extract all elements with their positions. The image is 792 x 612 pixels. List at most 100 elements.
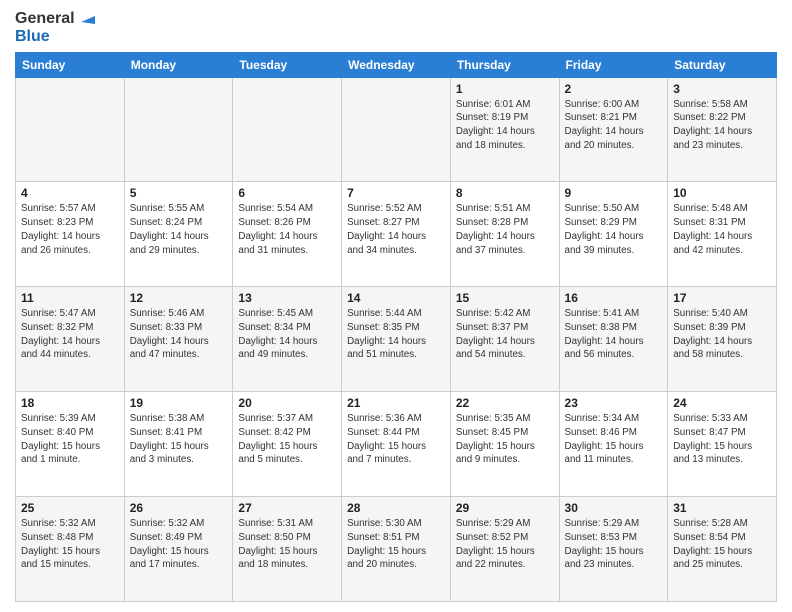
cell-w5-d6: 30 Sunrise: 5:29 AM Sunset: 8:53 PM Dayli… (559, 497, 668, 602)
day-number: 22 (456, 396, 554, 410)
cell-w1-d2 (124, 77, 233, 182)
day-info: Sunrise: 5:36 AM Sunset: 8:44 PM Dayligh… (347, 412, 445, 467)
cell-w4-d5: 22 Sunrise: 5:35 AM Sunset: 8:45 PM Dayli… (450, 392, 559, 497)
cell-w2-d6: 9 Sunrise: 5:50 AM Sunset: 8:29 PM Daylig… (559, 182, 668, 287)
cell-w2-d2: 5Sunrise: 5:55 AM Sunset: 8:24 PM Daylig… (124, 182, 233, 287)
day-number: 10 (673, 186, 771, 200)
day-info: Sunrise: 5:38 AM Sunset: 8:41 PM Dayligh… (130, 412, 228, 467)
day-number: 30 (565, 501, 663, 515)
cell-w1-d5: 1Sunrise: 6:01 AM Sunset: 8:19 PM Daylig… (450, 77, 559, 182)
header-wednesday: Wednesday (342, 52, 451, 77)
cell-w4-d3: 20 Sunrise: 5:37 AM Sunset: 8:42 PM Dayli… (233, 392, 342, 497)
day-info: Sunrise: 5:28 AM Sunset: 8:54 PM Dayligh… (673, 517, 771, 572)
day-info: Sunrise: 5:44 AM Sunset: 8:35 PM Dayligh… (347, 307, 445, 362)
day-number: 4 (21, 186, 119, 200)
day-info: Sunrise: 5:50 AM Sunset: 8:29 PM Dayligh… (565, 202, 663, 257)
cell-w4-d4: 21Sunrise: 5:36 AM Sunset: 8:44 PM Dayli… (342, 392, 451, 497)
day-info: Sunrise: 5:46 AM Sunset: 8:33 PM Dayligh… (130, 307, 228, 362)
cell-w5-d1: 25Sunrise: 5:32 AM Sunset: 8:48 PM Dayli… (16, 497, 125, 602)
day-info: Sunrise: 5:45 AM Sunset: 8:34 PM Dayligh… (238, 307, 336, 362)
day-number: 20 (238, 396, 336, 410)
cell-w3-d6: 16 Sunrise: 5:41 AM Sunset: 8:38 PM Dayli… (559, 287, 668, 392)
day-number: 28 (347, 501, 445, 515)
cell-w2-d4: 7 Sunrise: 5:52 AM Sunset: 8:27 PM Daylig… (342, 182, 451, 287)
day-info: Sunrise: 5:29 AM Sunset: 8:52 PM Dayligh… (456, 517, 554, 572)
cell-w4-d1: 18 Sunrise: 5:39 AM Sunset: 8:40 PM Dayli… (16, 392, 125, 497)
day-number: 12 (130, 291, 228, 305)
day-info: Sunrise: 5:35 AM Sunset: 8:45 PM Dayligh… (456, 412, 554, 467)
day-info: Sunrise: 5:47 AM Sunset: 8:32 PM Dayligh… (21, 307, 119, 362)
page: General Blue SundayMondayTuesdayWednesda… (0, 0, 792, 612)
day-info: Sunrise: 5:48 AM Sunset: 8:31 PM Dayligh… (673, 202, 771, 257)
day-number: 18 (21, 396, 119, 410)
day-number: 13 (238, 291, 336, 305)
day-info: Sunrise: 5:37 AM Sunset: 8:42 PM Dayligh… (238, 412, 336, 467)
day-info: Sunrise: 5:34 AM Sunset: 8:46 PM Dayligh… (565, 412, 663, 467)
cell-w2-d7: 10 Sunrise: 5:48 AM Sunset: 8:31 PM Dayli… (668, 182, 777, 287)
day-info: Sunrise: 5:31 AM Sunset: 8:50 PM Dayligh… (238, 517, 336, 572)
header-monday: Monday (124, 52, 233, 77)
day-number: 27 (238, 501, 336, 515)
day-number: 19 (130, 396, 228, 410)
day-number: 6 (238, 186, 336, 200)
day-info: Sunrise: 5:51 AM Sunset: 8:28 PM Dayligh… (456, 202, 554, 257)
day-info: Sunrise: 5:42 AM Sunset: 8:37 PM Dayligh… (456, 307, 554, 362)
cell-w2-d5: 8Sunrise: 5:51 AM Sunset: 8:28 PM Daylig… (450, 182, 559, 287)
cell-w5-d5: 29 Sunrise: 5:29 AM Sunset: 8:52 PM Dayli… (450, 497, 559, 602)
day-number: 14 (347, 291, 445, 305)
logo-triangle-icon (77, 10, 95, 28)
day-number: 3 (673, 82, 771, 96)
calendar-table: SundayMondayTuesdayWednesdayThursdayFrid… (15, 52, 777, 602)
cell-w4-d2: 19 Sunrise: 5:38 AM Sunset: 8:41 PM Dayli… (124, 392, 233, 497)
day-info: Sunrise: 5:39 AM Sunset: 8:40 PM Dayligh… (21, 412, 119, 467)
cell-w5-d4: 28 Sunrise: 5:30 AM Sunset: 8:51 PM Dayli… (342, 497, 451, 602)
week-row-4: 18 Sunrise: 5:39 AM Sunset: 8:40 PM Dayli… (16, 392, 777, 497)
header-friday: Friday (559, 52, 668, 77)
logo-general: General (15, 10, 75, 28)
day-number: 5 (130, 186, 228, 200)
day-number: 17 (673, 291, 771, 305)
header-saturday: Saturday (668, 52, 777, 77)
header-tuesday: Tuesday (233, 52, 342, 77)
day-info: Sunrise: 6:01 AM Sunset: 8:19 PM Dayligh… (456, 98, 554, 153)
day-number: 24 (673, 396, 771, 410)
header-thursday: Thursday (450, 52, 559, 77)
cell-w3-d1: 11 Sunrise: 5:47 AM Sunset: 8:32 PM Dayli… (16, 287, 125, 392)
day-info: Sunrise: 5:32 AM Sunset: 8:49 PM Dayligh… (130, 517, 228, 572)
day-number: 23 (565, 396, 663, 410)
cell-w5-d2: 26 Sunrise: 5:32 AM Sunset: 8:49 PM Dayli… (124, 497, 233, 602)
day-info: Sunrise: 5:29 AM Sunset: 8:53 PM Dayligh… (565, 517, 663, 572)
day-info: Sunrise: 5:30 AM Sunset: 8:51 PM Dayligh… (347, 517, 445, 572)
day-number: 31 (673, 501, 771, 515)
cell-w3-d4: 14 Sunrise: 5:44 AM Sunset: 8:35 PM Dayli… (342, 287, 451, 392)
day-info: Sunrise: 6:00 AM Sunset: 8:21 PM Dayligh… (565, 98, 663, 153)
week-row-2: 4Sunrise: 5:57 AM Sunset: 8:23 PM Daylig… (16, 182, 777, 287)
day-number: 15 (456, 291, 554, 305)
week-row-1: 1Sunrise: 6:01 AM Sunset: 8:19 PM Daylig… (16, 77, 777, 182)
day-info: Sunrise: 5:41 AM Sunset: 8:38 PM Dayligh… (565, 307, 663, 362)
cell-w3-d3: 13 Sunrise: 5:45 AM Sunset: 8:34 PM Dayli… (233, 287, 342, 392)
week-row-5: 25Sunrise: 5:32 AM Sunset: 8:48 PM Dayli… (16, 497, 777, 602)
header: General Blue (15, 10, 777, 46)
day-info: Sunrise: 5:54 AM Sunset: 8:26 PM Dayligh… (238, 202, 336, 257)
day-info: Sunrise: 5:58 AM Sunset: 8:22 PM Dayligh… (673, 98, 771, 153)
day-number: 7 (347, 186, 445, 200)
day-info: Sunrise: 5:40 AM Sunset: 8:39 PM Dayligh… (673, 307, 771, 362)
cell-w2-d3: 6 Sunrise: 5:54 AM Sunset: 8:26 PM Daylig… (233, 182, 342, 287)
header-sunday: Sunday (16, 52, 125, 77)
cell-w5-d3: 27 Sunrise: 5:31 AM Sunset: 8:50 PM Dayli… (233, 497, 342, 602)
day-number: 11 (21, 291, 119, 305)
day-number: 26 (130, 501, 228, 515)
calendar-header-row: SundayMondayTuesdayWednesdayThursdayFrid… (16, 52, 777, 77)
cell-w3-d7: 17 Sunrise: 5:40 AM Sunset: 8:39 PM Dayli… (668, 287, 777, 392)
day-number: 29 (456, 501, 554, 515)
day-number: 9 (565, 186, 663, 200)
cell-w1-d3 (233, 77, 342, 182)
day-number: 25 (21, 501, 119, 515)
cell-w5-d7: 31 Sunrise: 5:28 AM Sunset: 8:54 PM Dayli… (668, 497, 777, 602)
logo: General Blue (15, 10, 95, 46)
day-info: Sunrise: 5:52 AM Sunset: 8:27 PM Dayligh… (347, 202, 445, 257)
cell-w1-d7: 3 Sunrise: 5:58 AM Sunset: 8:22 PM Daylig… (668, 77, 777, 182)
cell-w4-d7: 24Sunrise: 5:33 AM Sunset: 8:47 PM Dayli… (668, 392, 777, 497)
day-number: 16 (565, 291, 663, 305)
